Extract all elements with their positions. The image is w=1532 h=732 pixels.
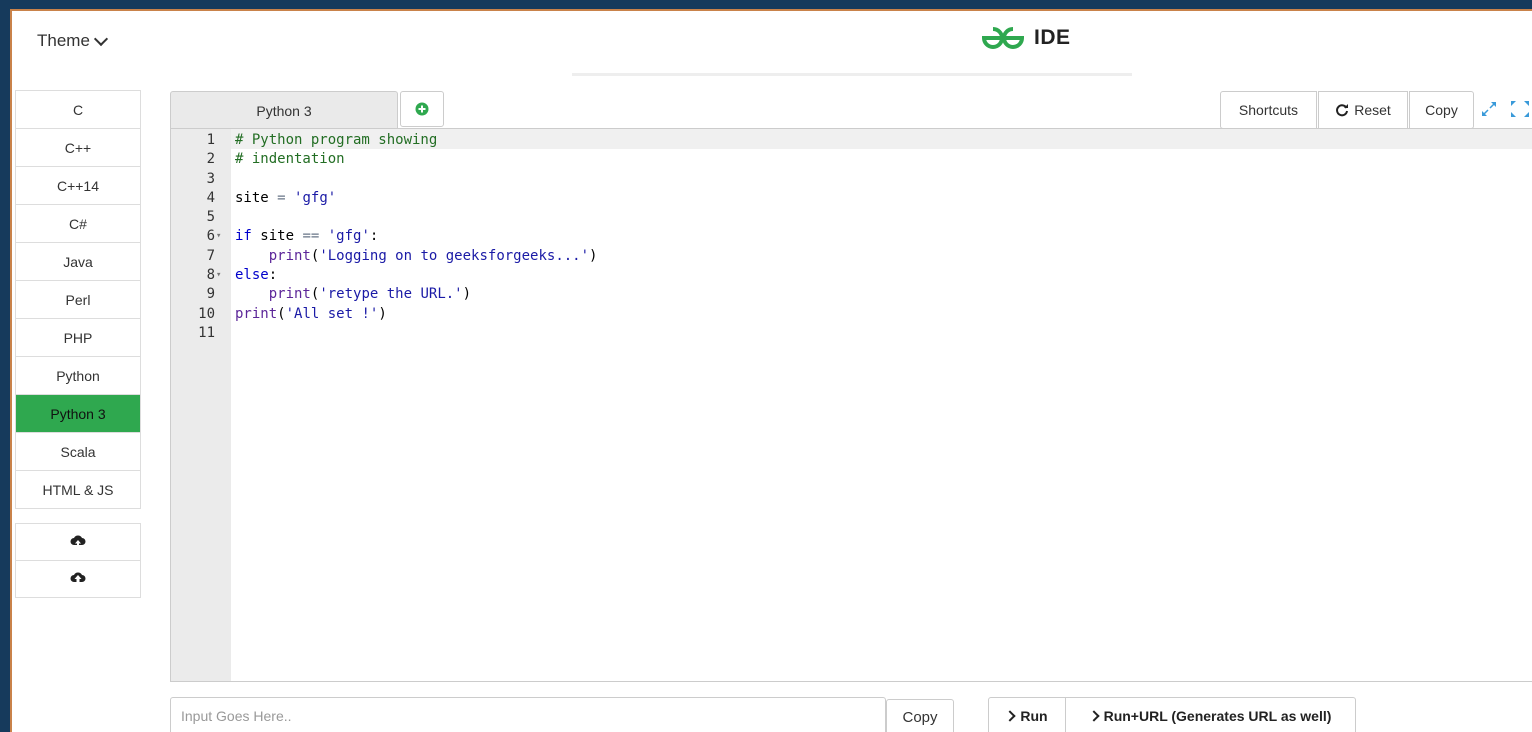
- sidebar-item-label: PHP: [63, 329, 93, 346]
- code-line[interactable]: 9 print('retype the URL.'): [171, 285, 1532, 304]
- language-sidebar: C C++ C++14 C# Java Perl PHP Python Python 3 Scal…: [15, 90, 141, 598]
- sidebar-item-label: Java: [63, 253, 93, 270]
- sidebar-item-label: C: [72, 101, 84, 118]
- sidebar-item-c++14[interactable]: C++14: [15, 166, 141, 204]
- sidebar-item-scala[interactable]: Scala: [15, 432, 141, 470]
- run-button[interactable]: Run: [988, 697, 1066, 732]
- theme-label: Theme: [37, 31, 90, 50]
- copy-code-label: Copy: [1425, 102, 1458, 118]
- sidebar-item-label: C++14: [56, 177, 100, 194]
- copy-input-label: Copy: [902, 708, 938, 726]
- shortcuts-button[interactable]: Shortcuts: [1220, 91, 1317, 129]
- sidebar-item-php[interactable]: PHP: [15, 318, 141, 356]
- code-line[interactable]: 2 # indentation: [171, 150, 1532, 169]
- header-divider: [572, 73, 1132, 76]
- code-line[interactable]: 1 # Python program showing: [171, 131, 1532, 150]
- sidebar-item-python-3[interactable]: Python 3: [15, 394, 141, 432]
- tab-label: Python 3: [256, 102, 312, 119]
- input-bar: Copy Run Run+URL (Generates URL as well): [170, 697, 1532, 732]
- chevron-right-icon: [1004, 710, 1017, 722]
- plus-circle-icon: [415, 102, 429, 116]
- sidebar-item-label: Perl: [65, 291, 91, 308]
- sidebar-item-label: Python 3: [50, 405, 106, 422]
- sidebar-item-perl[interactable]: Perl: [15, 280, 141, 318]
- logo-text: IDE: [1034, 26, 1071, 49]
- tab-python-3[interactable]: Python 3: [170, 91, 398, 129]
- code-line[interactable]: 10 print('All set !'): [171, 305, 1532, 324]
- sidebar-item-label: Python: [56, 367, 100, 384]
- sidebar-item-label: C++: [64, 139, 92, 156]
- expand-icon[interactable]: [1480, 100, 1498, 118]
- cloud-download-icon: [70, 572, 86, 582]
- code-line[interactable]: 4 site = 'gfg': [171, 189, 1532, 208]
- fold-arrow-icon[interactable]: ▾: [216, 227, 221, 246]
- sidebar-item-label: HTML & JS: [42, 481, 114, 498]
- cloud-upload-icon: [70, 535, 86, 548]
- line-text: print('All set !'): [235, 305, 387, 322]
- sidebar-item-html-js[interactable]: HTML & JS: [15, 470, 141, 509]
- reset-button[interactable]: Reset: [1318, 91, 1408, 129]
- code-line[interactable]: 11: [171, 324, 1532, 343]
- line-number: 2: [206, 151, 215, 168]
- cloud-download-button[interactable]: [15, 560, 141, 598]
- gfg-logo: IDE: [980, 25, 1071, 51]
- run-url-button[interactable]: Run+URL (Generates URL as well): [1066, 697, 1356, 732]
- sidebar-item-c#[interactable]: C#: [15, 204, 141, 242]
- gfg-logo-icon: [981, 27, 1025, 49]
- line-text: print('retype the URL.'): [268, 286, 472, 303]
- line-text: # Python program showing: [235, 132, 438, 148]
- fullscreen-icon[interactable]: [1510, 100, 1530, 118]
- stdin-input[interactable]: [170, 697, 886, 732]
- header: Theme IDE: [12, 11, 1532, 76]
- copy-input-button[interactable]: Copy: [886, 699, 954, 732]
- line-text: print('Logging on to geeksforgeeks...'): [268, 247, 598, 264]
- chevron-down-icon: [93, 31, 108, 46]
- line-number: 1: [206, 132, 215, 148]
- code-line[interactable]: 5: [171, 208, 1532, 227]
- sidebar-item-label: Scala: [60, 443, 96, 460]
- cloud-upload-button[interactable]: [15, 523, 141, 560]
- copy-code-button[interactable]: Copy: [1409, 91, 1474, 129]
- theme-dropdown[interactable]: Theme: [37, 31, 108, 51]
- sidebar-item-java[interactable]: Java: [15, 242, 141, 280]
- line-text: # indentation: [235, 151, 345, 168]
- code-line[interactable]: 8 ▾ else:: [171, 266, 1532, 285]
- add-tab-button[interactable]: [400, 91, 444, 127]
- code-line[interactable]: 3: [171, 170, 1532, 189]
- line-text: site = 'gfg': [235, 189, 337, 206]
- chevron-right-icon: [1087, 710, 1100, 722]
- run-url-label: Run+URL (Generates URL as well): [1103, 708, 1332, 724]
- line-text: if site == 'gfg':: [235, 228, 379, 245]
- line-number: 11: [198, 324, 215, 341]
- fold-arrow-icon[interactable]: ▾: [216, 266, 221, 285]
- refresh-icon: [1336, 104, 1349, 117]
- line-number: 10: [198, 305, 215, 322]
- line-number: 3: [206, 170, 215, 187]
- run-label: Run: [1020, 708, 1048, 724]
- line-number: 4: [206, 189, 215, 206]
- line-number: 8: [206, 267, 215, 284]
- ide-window: Theme IDE C C++ C++14 C# Java Perl PHP Python Py…: [10, 9, 1532, 732]
- line-number: 6: [206, 228, 215, 245]
- code-line[interactable]: 6 ▾ if site == 'gfg':: [171, 227, 1532, 246]
- sidebar-item-c++[interactable]: C++: [15, 128, 141, 166]
- line-number: 9: [206, 286, 215, 303]
- code-lines: 1 # Python program showing 2 # indentation 3…: [171, 131, 1532, 343]
- sidebar-item-label: C#: [69, 215, 87, 232]
- reset-label: Reset: [1354, 102, 1391, 118]
- line-text: else:: [235, 267, 278, 284]
- sidebar-item-python[interactable]: Python: [15, 356, 141, 394]
- code-line[interactable]: 7 print('Logging on to geeksforgeeks...'…: [171, 247, 1532, 266]
- line-number: 7: [206, 247, 215, 264]
- shortcuts-label: Shortcuts: [1238, 102, 1299, 118]
- code-editor[interactable]: 1 # Python program showing 2 # indentation 3…: [170, 128, 1532, 682]
- editor-toolbar: Python 3 Shortcuts Reset Copy: [170, 91, 1532, 129]
- sidebar-item-c[interactable]: C: [15, 90, 141, 128]
- line-number: 5: [206, 209, 215, 226]
- cloud-buttons: [15, 523, 141, 598]
